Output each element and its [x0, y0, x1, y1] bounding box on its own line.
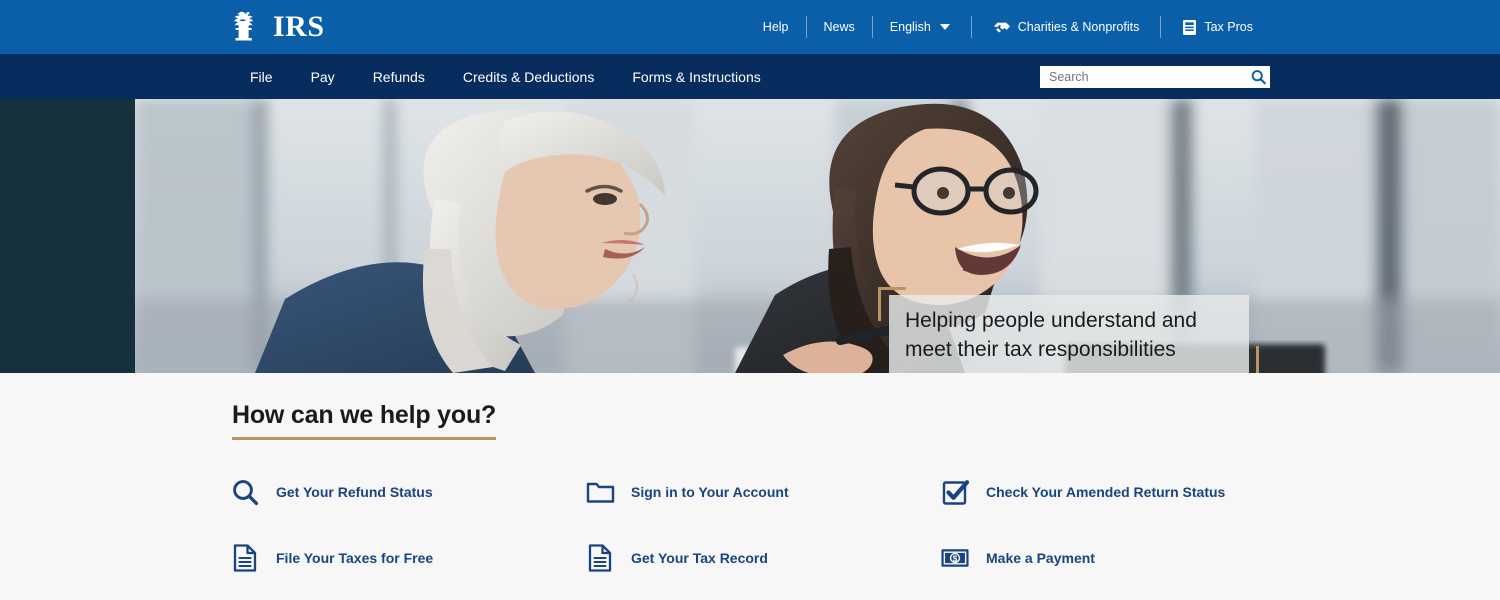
language-selector[interactable]: English — [873, 21, 967, 34]
search-icon — [1251, 69, 1266, 84]
utility-link-label: News — [823, 19, 855, 34]
chevron-down-icon — [939, 24, 950, 30]
help-link-file-your-taxes-for-free[interactable]: File Your Taxes for Free — [230, 536, 585, 580]
irs-wordmark: IRS — [273, 10, 325, 43]
utility-link-charities-nonprofits[interactable]: Charities & Nonprofits — [976, 19, 1157, 35]
language-selector-label: English — [889, 19, 931, 34]
hero-caption: Helping people understand and meet their… — [889, 295, 1249, 373]
utility-link-tax-pros[interactable]: Tax Pros — [1165, 19, 1270, 36]
utility-link-label: Tax Pros — [1204, 19, 1253, 34]
handshake-icon — [993, 19, 1011, 35]
divider — [970, 16, 972, 38]
help-links-grid: Get Your Refund Status Sign in to Your A… — [230, 470, 1270, 600]
primary-nav: File Pay Refunds Credits & Deductions Fo… — [0, 54, 1500, 99]
book-icon — [1182, 19, 1197, 36]
checkbox-checked-icon — [940, 477, 970, 507]
hero-caption-line-2: meet their tax responsibilities — [905, 337, 1176, 361]
divider — [1160, 16, 1162, 38]
search-input[interactable] — [1040, 65, 1270, 88]
document-lines-icon — [230, 543, 260, 573]
search-icon — [230, 477, 260, 507]
help-link-label: Get Your Refund Status — [276, 484, 433, 500]
nav-item-pay[interactable]: Pay — [292, 54, 354, 99]
hero-caption-line-1: Helping people understand and — [905, 309, 1197, 332]
hero-banner: Helping people understand and meet their… — [0, 99, 1500, 373]
help-section: How can we help you? Get Your Refund Sta… — [0, 373, 1500, 600]
help-section-heading: How can we help you? — [232, 401, 496, 440]
help-link-label: Check Your Amended Return Status — [986, 484, 1226, 500]
utility-link-label: Charities & Nonprofits — [1017, 19, 1140, 34]
utility-link-news[interactable]: News — [807, 21, 872, 34]
svg-text:$: $ — [953, 554, 958, 563]
banknote-icon: $ — [940, 543, 970, 573]
irs-eagle-seal-icon — [230, 10, 270, 44]
help-link-label: File Your Taxes for Free — [276, 550, 434, 566]
nav-item-refunds[interactable]: Refunds — [354, 54, 444, 99]
utility-nav: Help News English Charities & Nonprofits… — [746, 0, 1270, 54]
nav-item-forms-instructions[interactable]: Forms & Instructions — [613, 54, 779, 99]
nav-item-file[interactable]: File — [230, 54, 292, 99]
search-button[interactable] — [1251, 69, 1266, 84]
utility-link-help[interactable]: Help — [746, 21, 806, 34]
hero-image — [135, 99, 1500, 373]
help-link-label: Sign in to Your Account — [631, 484, 789, 500]
help-link-check-your-amended-return-status[interactable]: Check Your Amended Return Status — [940, 470, 1270, 514]
search-box — [1040, 65, 1270, 88]
help-link-label: Make a Payment — [986, 550, 1095, 566]
help-link-make-a-payment[interactable]: $ Make a Payment — [940, 536, 1270, 580]
utility-bar: IRS Help News English Charities & Nonpro… — [0, 0, 1500, 54]
help-link-label: Get Your Tax Record — [631, 550, 768, 566]
irs-logo[interactable]: IRS — [230, 10, 325, 44]
utility-link-label: Help — [762, 19, 789, 34]
help-link-get-your-tax-record[interactable]: Get Your Tax Record — [585, 536, 940, 580]
folder-icon — [585, 477, 615, 507]
help-link-get-your-refund-status[interactable]: Get Your Refund Status — [230, 470, 585, 514]
nav-item-credits-deductions[interactable]: Credits & Deductions — [444, 54, 614, 99]
help-link-sign-in-to-your-account[interactable]: Sign in to Your Account — [585, 470, 940, 514]
document-lines-icon — [585, 543, 615, 573]
